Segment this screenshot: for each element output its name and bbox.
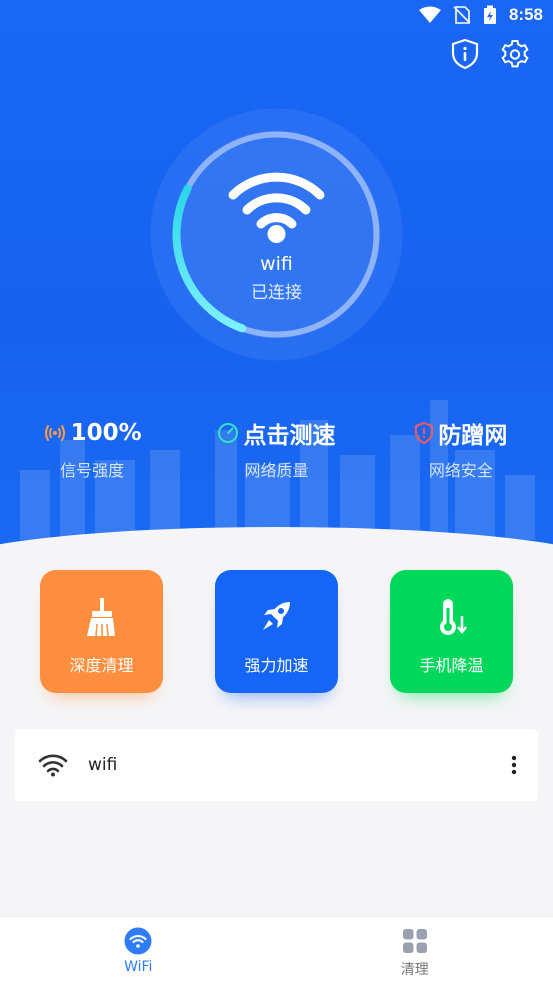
more-vertical-icon[interactable] [502, 753, 526, 777]
stat-speed-value: 点击测速 [243, 416, 335, 450]
wifi-icon [38, 753, 68, 777]
wifi-network-name: wifi [88, 755, 502, 775]
shield-info-icon[interactable] [449, 38, 481, 70]
no-sim-icon [453, 6, 471, 24]
deep-clean-button[interactable]: 深度清理 [40, 570, 163, 693]
wifi-status-icon [419, 6, 441, 24]
stats-row: 100% 信号强度 点击测速 网络质量 防蹭网 [0, 418, 553, 481]
speed-boost-button[interactable]: 强力加速 [215, 570, 338, 693]
shield-alert-icon [414, 422, 434, 444]
wifi-list-item[interactable]: wifi [15, 729, 538, 801]
battery-charging-icon [483, 5, 497, 25]
thermometer-icon [431, 596, 473, 638]
tab-clean[interactable]: 清理 [277, 917, 553, 984]
bottom-navigation: WiFi 清理 [0, 916, 553, 984]
phone-cooling-label: 手机降温 [419, 652, 483, 676]
stat-speed[interactable]: 点击测速 网络质量 [184, 418, 368, 481]
stat-speed-label: 网络质量 [184, 457, 368, 481]
speed-boost-label: 强力加速 [244, 652, 308, 676]
stat-signal-label: 信号强度 [0, 457, 184, 481]
status-time: 8:58 [509, 5, 543, 25]
rocket-icon [256, 596, 298, 638]
grid-icon [401, 927, 429, 955]
speedometer-icon [217, 422, 239, 444]
stat-security-label: 网络安全 [369, 457, 553, 481]
hero-panel: 8:58 [0, 0, 553, 560]
stat-security-value: 防蹭网 [438, 416, 507, 450]
deep-clean-label: 深度清理 [69, 652, 133, 676]
broom-icon [81, 596, 123, 638]
phone-cooling-button[interactable]: 手机降温 [390, 570, 513, 693]
status-bar: 8:58 [0, 0, 553, 30]
stat-signal[interactable]: 100% 信号强度 [0, 418, 184, 481]
feature-tiles: 深度清理 强力加速 手机降温 [40, 570, 513, 693]
signal-icon [43, 422, 67, 444]
tab-wifi[interactable]: WiFi [0, 917, 277, 984]
connected-network-name: wifi [150, 253, 403, 275]
stat-security[interactable]: 防蹭网 网络安全 [369, 418, 553, 481]
wifi-dot [268, 225, 286, 243]
gear-icon[interactable] [499, 38, 531, 70]
connection-status: 已连接 [150, 278, 403, 303]
connection-ring[interactable]: wifi 已连接 [150, 108, 403, 361]
tab-wifi-label: WiFi [124, 959, 152, 975]
stat-signal-value: 100% [71, 420, 142, 446]
wifi-tab-icon [124, 927, 152, 955]
tab-clean-label: 清理 [401, 959, 429, 979]
